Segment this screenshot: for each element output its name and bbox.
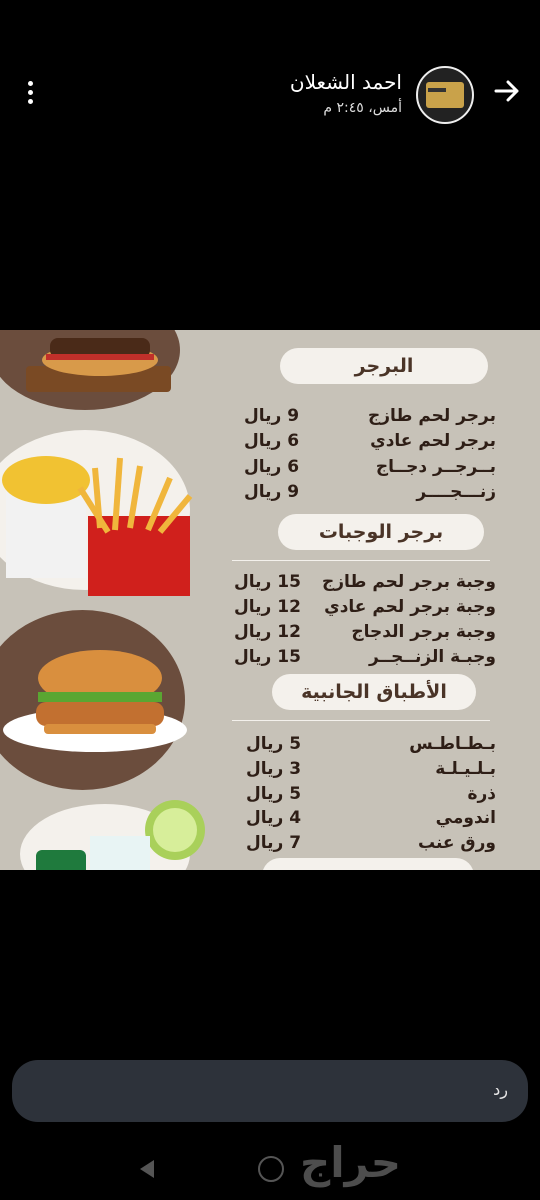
menu-item-price: 6 ريال (244, 457, 300, 477)
menu-item-price: 12 ريال (234, 597, 301, 617)
back-button[interactable] (492, 76, 522, 106)
menu-item-price: 3 ريال (246, 759, 302, 779)
avatar-image (426, 82, 464, 108)
reply-label: رد (493, 1080, 508, 1099)
menu-item-price: 15 ريال (234, 647, 301, 667)
haraj-watermark: حراج (300, 1138, 402, 1187)
menu-item-price: 15 ريال (234, 572, 301, 592)
section-title-meals: برجر الوجبات (278, 514, 484, 550)
menu-item-name: وجبة برجر الدجاج (351, 622, 496, 642)
avatar-image-detail (428, 88, 446, 92)
section-title-burger: البرجر (280, 348, 488, 384)
menu-item-name: برجر لحم عادي (370, 431, 496, 451)
nav-home-icon[interactable] (258, 1156, 284, 1182)
menu-item-name: وجبة برجر لحم طازج (321, 572, 496, 592)
reply-input[interactable]: رد (12, 1060, 528, 1122)
menu-item-name: ذرة (467, 784, 496, 804)
menu-item-name: بـلـيـلـة (435, 759, 496, 779)
menu-item-price: 7 ريال (246, 833, 302, 853)
drinks-image (36, 800, 205, 870)
more-vertical-icon-dot (28, 90, 33, 95)
menu-item-name: زنـــجــــر (416, 482, 496, 502)
post-time: أمس، ٢:٤٥ م (323, 100, 402, 116)
more-vertical-icon-dot (28, 99, 33, 104)
nav-back-icon[interactable] (140, 1160, 154, 1178)
section-title-sides: الأطباق الجانبية (272, 674, 476, 710)
more-vertical-icon (28, 81, 33, 86)
fries-corn-image (2, 456, 193, 596)
menu-item-price: 4 ريال (246, 808, 302, 828)
menu-item-price: 6 ريال (244, 431, 300, 451)
menu-item-price: 5 ريال (246, 734, 302, 754)
chicken-burger-image (3, 650, 187, 752)
menu-item-name: ورق عنب (417, 833, 496, 853)
burger-image (26, 338, 171, 392)
menu-item-name: برجر لحم طازج (367, 406, 496, 426)
menu-item-name: بــرجــر دجــاج (375, 457, 496, 477)
avatar[interactable] (416, 66, 474, 124)
more-options-button[interactable] (22, 78, 42, 108)
menu-image: البرجر برجر لحم طازج 9 ريال برجر لحم عاد… (0, 330, 540, 870)
menu-item-price: 12 ريال (234, 622, 301, 642)
story-header: احمد الشعلان أمس، ٢:٤٥ م (0, 48, 540, 143)
menu-item-name: بـطـاطـس (409, 734, 496, 754)
menu-item-name: اندومي (435, 808, 496, 828)
menu-item-price: 5 ريال (246, 784, 302, 804)
menu-item-name: وجبـة الزنــجــر (368, 647, 496, 667)
sender-name[interactable]: احمد الشعلان (290, 70, 402, 94)
divider (232, 560, 490, 561)
section-title-partial (262, 858, 474, 870)
menu-item-price: 9 ريال (244, 406, 300, 426)
menu-item-price: 9 ريال (244, 482, 300, 502)
menu-item-name: وجبة برجر لحم عادي (324, 597, 496, 617)
divider (232, 720, 490, 721)
arrow-right-icon (494, 80, 519, 102)
